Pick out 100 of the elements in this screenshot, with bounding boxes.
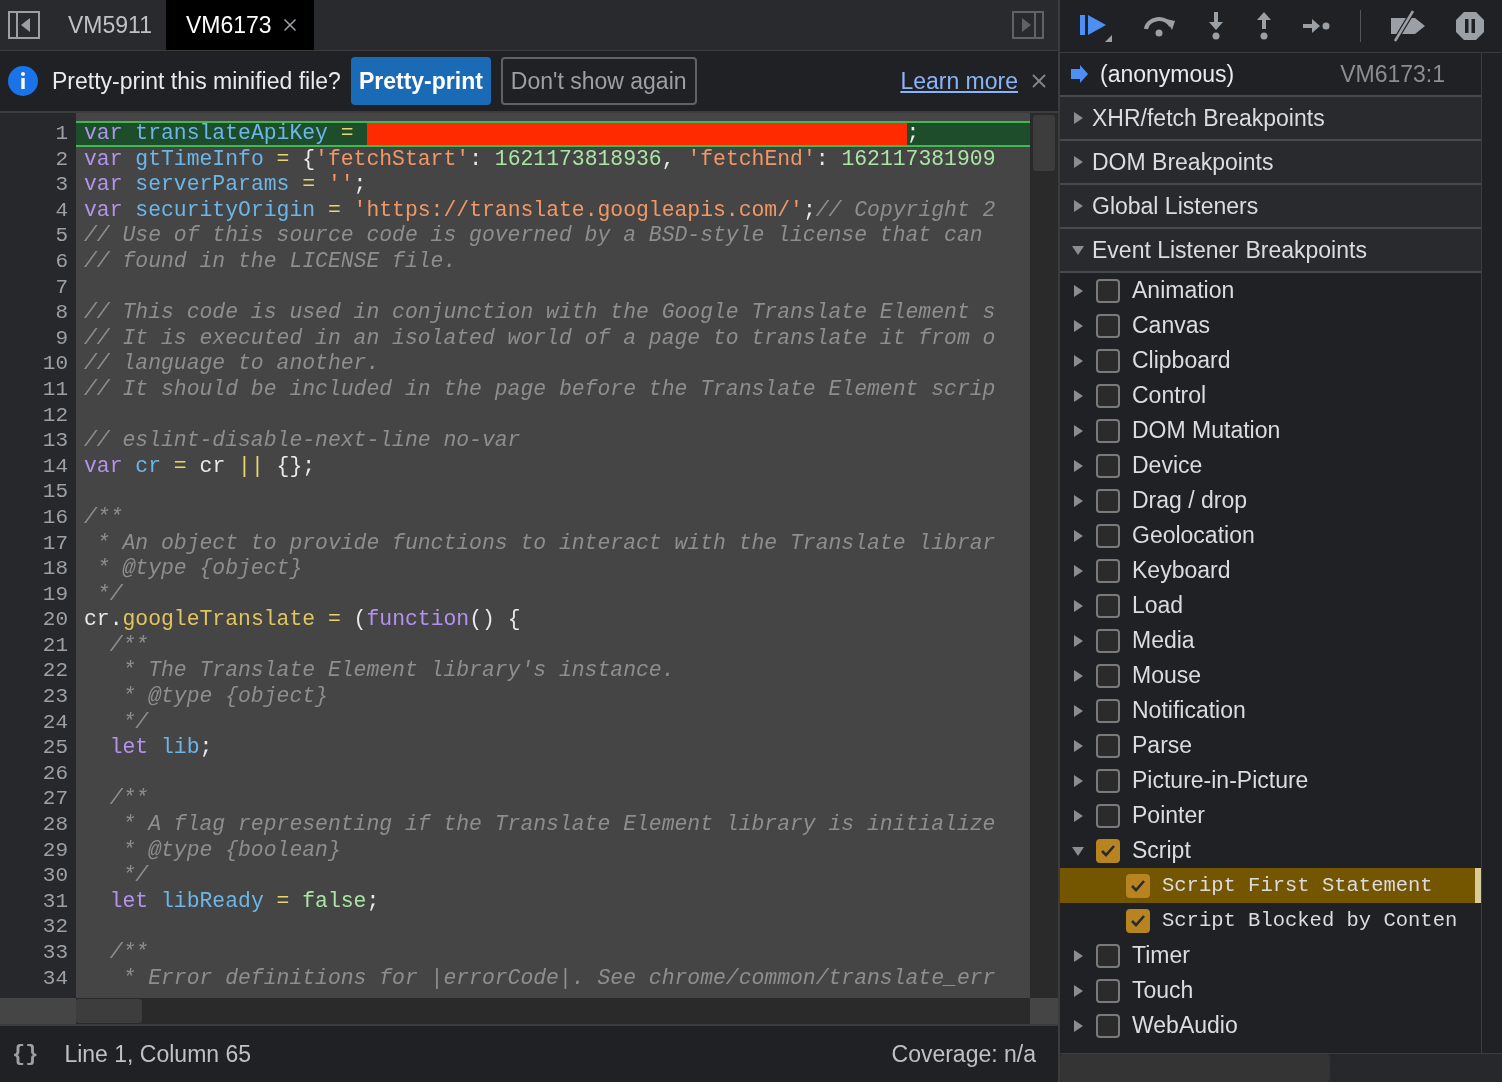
collapsed-triangle-icon[interactable] — [1072, 494, 1084, 507]
collapsed-triangle-icon[interactable] — [1072, 704, 1084, 717]
breakpoint-category[interactable]: Load — [1060, 588, 1481, 623]
checkbox[interactable] — [1096, 593, 1120, 618]
toggle-navigator-icon[interactable] — [8, 11, 40, 39]
collapsed-triangle-icon[interactable] — [1072, 564, 1084, 577]
file-tab[interactable]: VM5911 — [48, 0, 166, 50]
checkbox[interactable] — [1096, 523, 1120, 548]
checkbox[interactable] — [1096, 558, 1120, 583]
deactivate-breakpoints-icon[interactable] — [1389, 10, 1427, 42]
breakpoint-category[interactable]: Media — [1060, 623, 1481, 658]
breakpoint-category[interactable]: Picture-in-Picture — [1060, 763, 1481, 798]
breakpoint-category[interactable]: Mouse — [1060, 658, 1481, 693]
step-icon[interactable] — [1302, 16, 1332, 36]
checkbox[interactable] — [1096, 1013, 1120, 1038]
checkbox[interactable] — [1096, 313, 1120, 338]
collapsed-triangle-icon[interactable] — [1072, 669, 1084, 682]
collapsed-triangle-icon[interactable] — [1072, 319, 1084, 332]
collapsed-triangle-icon[interactable] — [1072, 354, 1084, 367]
code-line: // It should be included in the page before the Translate Element scrip — [83, 376, 997, 403]
line-number: 18 — [41, 556, 69, 582]
checkbox[interactable] — [1096, 488, 1120, 513]
breakpoint-category[interactable]: Device — [1060, 448, 1481, 483]
expanded-triangle-icon[interactable] — [1072, 244, 1084, 256]
pretty-print-button[interactable]: Pretty-print — [350, 57, 491, 105]
expanded-triangle-icon[interactable] — [1072, 844, 1084, 857]
line-number: 21 — [41, 632, 69, 659]
scrollbar-thumb[interactable] — [76, 999, 142, 1023]
collapsed-triangle-icon[interactable] — [1072, 424, 1084, 437]
collapsed-triangle-icon[interactable] — [1072, 1019, 1084, 1032]
pause-on-exceptions-icon[interactable] — [1455, 11, 1485, 41]
file-tab[interactable]: VM6173 — [165, 0, 314, 50]
collapsed-triangle-icon[interactable] — [1072, 739, 1084, 752]
collapsed-triangle-icon[interactable] — [1072, 809, 1084, 822]
collapsed-triangle-icon[interactable] — [1072, 389, 1084, 402]
section-header[interactable]: DOM Breakpoints — [1060, 141, 1481, 185]
checkbox[interactable] — [1096, 978, 1120, 1003]
breakpoint-category[interactable]: WebAudio — [1060, 1008, 1481, 1043]
collapsed-triangle-icon[interactable] — [1072, 459, 1084, 472]
breakpoint-category[interactable]: Drag / drop — [1060, 483, 1481, 518]
checkbox[interactable] — [1096, 803, 1120, 828]
pretty-print-toggle[interactable]: {} — [12, 1041, 39, 1067]
checkbox[interactable] — [1126, 873, 1150, 898]
checkbox[interactable] — [1096, 628, 1120, 653]
line-number: 2 — [54, 146, 69, 173]
checkbox[interactable] — [1096, 733, 1120, 758]
collapsed-triangle-icon[interactable] — [1072, 112, 1084, 124]
checkbox[interactable] — [1096, 453, 1120, 478]
breakpoint-category[interactable]: Canvas — [1060, 308, 1481, 343]
collapsed-triangle-icon[interactable] — [1072, 599, 1084, 612]
breakpoint-event[interactable]: Script Blocked by Conten — [1060, 903, 1481, 938]
breakpoint-category[interactable]: Parse — [1060, 728, 1481, 763]
checkbox[interactable] — [1096, 838, 1120, 863]
breakpoint-category[interactable]: Notification — [1060, 693, 1481, 728]
code-line: */ — [95, 581, 124, 608]
breakpoint-category[interactable]: Animation — [1060, 273, 1481, 308]
checkbox[interactable] — [1096, 418, 1120, 443]
breakpoint-category[interactable]: Script — [1060, 833, 1481, 868]
breakpoint-category[interactable]: DOM Mutation — [1060, 413, 1481, 448]
toggle-debugger-icon[interactable] — [1012, 11, 1044, 39]
code-line: // language to another. — [83, 351, 381, 377]
breakpoint-event[interactable]: Script First Statement — [1060, 868, 1481, 903]
checkbox[interactable] — [1096, 383, 1120, 408]
line-number: 24 — [41, 709, 69, 736]
checkbox[interactable] — [1096, 348, 1120, 373]
collapsed-triangle-icon[interactable] — [1072, 984, 1084, 997]
code-line: let libReady = false; — [108, 888, 381, 915]
collapsed-triangle-icon[interactable] — [1072, 529, 1084, 542]
dont-show-again-button[interactable]: Don't show again — [500, 57, 697, 105]
breakpoint-category[interactable]: Touch — [1060, 973, 1481, 1008]
checkbox[interactable] — [1126, 908, 1150, 933]
step-into-icon[interactable] — [1206, 11, 1226, 41]
collapsed-triangle-icon[interactable] — [1072, 284, 1084, 297]
breakpoint-category[interactable]: Pointer — [1060, 798, 1481, 833]
collapsed-triangle-icon[interactable] — [1072, 634, 1084, 647]
collapsed-triangle-icon[interactable] — [1072, 949, 1084, 962]
category-label: Control — [1132, 382, 1207, 409]
checkbox[interactable] — [1096, 278, 1120, 303]
section-header[interactable]: Global Listeners — [1060, 185, 1481, 229]
line-number: 28 — [41, 812, 69, 838]
collapsed-triangle-icon[interactable] — [1072, 156, 1084, 168]
collapsed-triangle-icon[interactable] — [1072, 200, 1084, 212]
checkbox[interactable] — [1096, 768, 1120, 793]
checkbox[interactable] — [1096, 663, 1120, 688]
collapsed-triangle-icon[interactable] — [1072, 774, 1084, 787]
breakpoint-category[interactable]: Timer — [1060, 938, 1481, 973]
checkbox[interactable] — [1096, 698, 1120, 723]
breakpoint-category[interactable]: Geolocation — [1060, 518, 1481, 553]
breakpoint-category[interactable]: Keyboard — [1060, 553, 1481, 588]
scrollbar-thumb[interactable] — [1060, 1054, 1330, 1082]
line-number: 29 — [41, 837, 69, 864]
breakpoint-category[interactable]: Control — [1060, 378, 1481, 413]
section-header[interactable]: XHR/fetch Breakpoints — [1060, 97, 1481, 141]
learn-more-link[interactable]: Learn more — [900, 67, 1018, 95]
code-line: */ — [121, 709, 150, 736]
code-line: * Error definitions for |errorCode|. See chrome/common/translate_err — [121, 965, 997, 992]
checkbox[interactable] — [1096, 943, 1120, 968]
breakpoint-category[interactable]: Clipboard — [1060, 343, 1481, 378]
step-out-icon[interactable] — [1254, 11, 1274, 41]
section-header[interactable]: Event Listener Breakpoints — [1060, 229, 1481, 273]
